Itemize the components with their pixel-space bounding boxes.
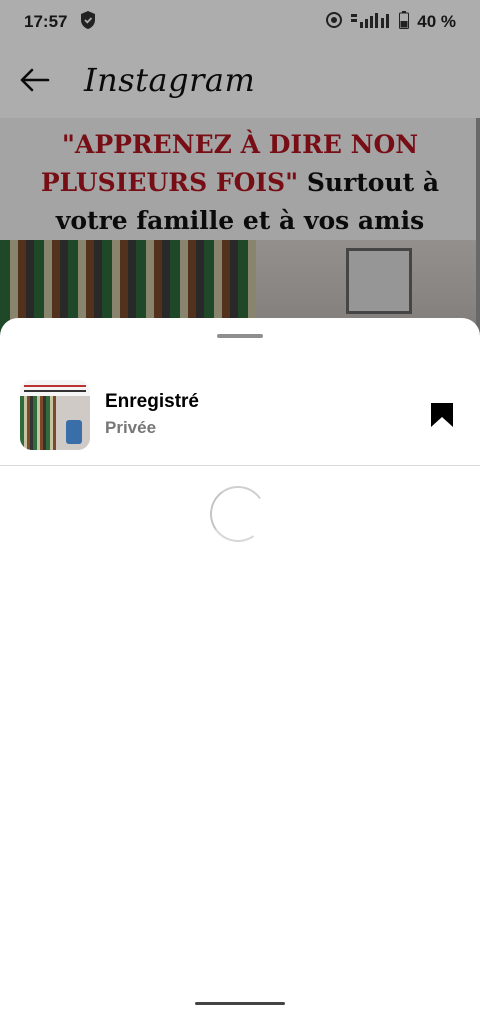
collection-title: Enregistré <box>105 391 199 412</box>
saved-collection-row[interactable]: Enregistré Privée <box>0 366 480 464</box>
home-indicator[interactable] <box>195 1002 285 1005</box>
background-screen: 17:57 40 % Instagram "APPRENEZ À DIRE NO… <box>0 0 480 340</box>
bookmark-filled-icon[interactable] <box>424 395 460 435</box>
drag-handle[interactable] <box>217 334 263 338</box>
collection-text: Enregistré Privée <box>105 389 424 441</box>
save-bottom-sheet: Enregistré Privée <box>0 318 480 1014</box>
dim-overlay[interactable] <box>0 0 480 340</box>
divider <box>0 465 480 466</box>
collection-privacy: Privée <box>105 418 157 437</box>
spinner-icon <box>205 481 271 547</box>
collection-thumbnail <box>20 380 90 450</box>
